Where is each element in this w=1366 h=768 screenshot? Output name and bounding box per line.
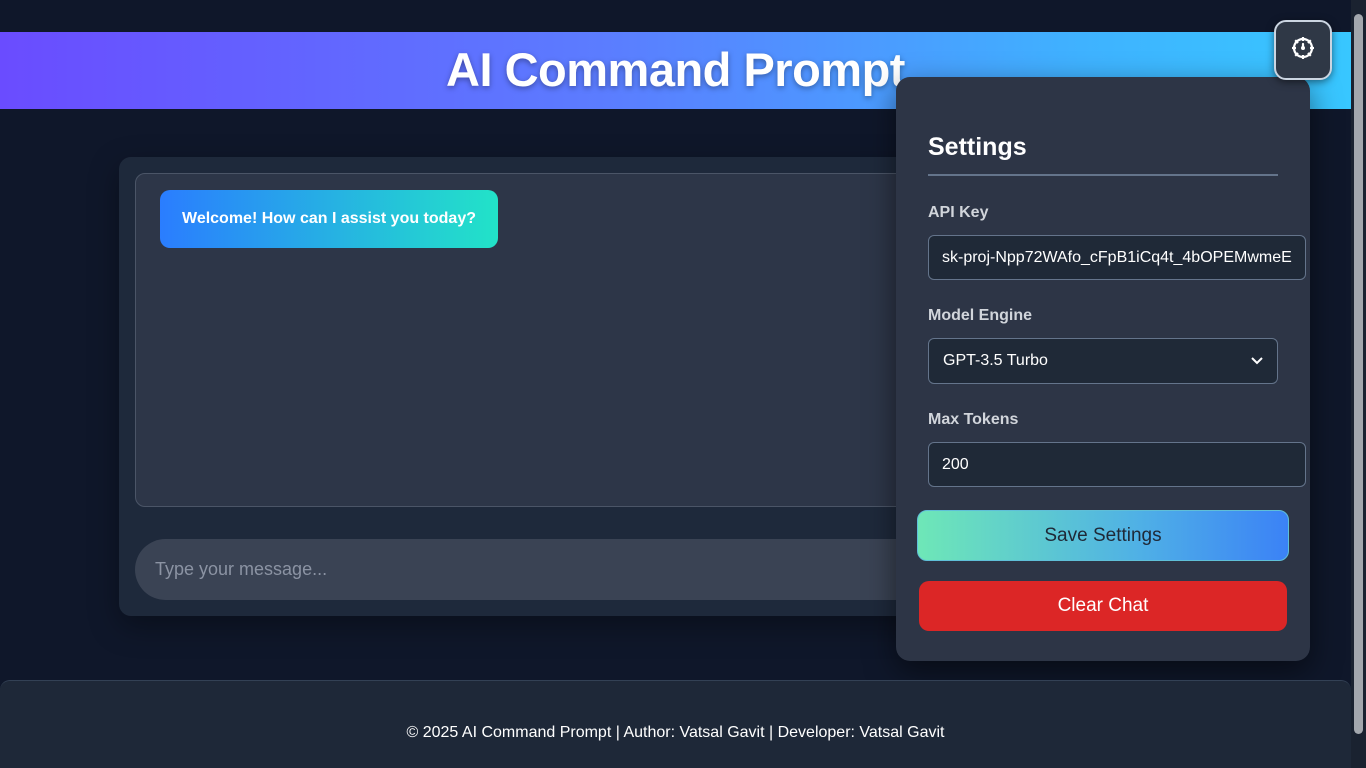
max-tokens-field[interactable] <box>928 442 1306 487</box>
scrollbar-thumb[interactable] <box>1354 14 1363 734</box>
chevron-down-icon <box>1251 352 1263 370</box>
settings-title: Settings <box>928 133 1027 161</box>
model-engine-label: Model Engine <box>928 307 1032 324</box>
footer-text: © 2025 AI Command Prompt | Author: Vatsa… <box>406 724 945 741</box>
model-engine-value: GPT-3.5 Turbo <box>943 352 1048 369</box>
gear-icon <box>1290 35 1316 66</box>
clear-chat-button[interactable]: Clear Chat <box>919 581 1287 631</box>
max-tokens-label: Max Tokens <box>928 411 1019 428</box>
settings-panel: Settings API Key Model Engine GPT-3.5 Tu… <box>896 77 1310 661</box>
api-key-field[interactable] <box>928 235 1306 280</box>
footer: © 2025 AI Command Prompt | Author: Vatsa… <box>0 680 1351 768</box>
settings-divider <box>928 174 1278 176</box>
save-settings-button[interactable]: Save Settings <box>917 510 1289 561</box>
bot-message-bubble: Welcome! How can I assist you today? <box>160 190 498 248</box>
page: AI Command Prompt Welcome! How can I ass… <box>0 0 1366 768</box>
settings-toggle-button[interactable] <box>1274 20 1332 80</box>
api-key-label: API Key <box>928 204 989 221</box>
model-engine-select[interactable]: GPT-3.5 Turbo <box>928 338 1278 384</box>
